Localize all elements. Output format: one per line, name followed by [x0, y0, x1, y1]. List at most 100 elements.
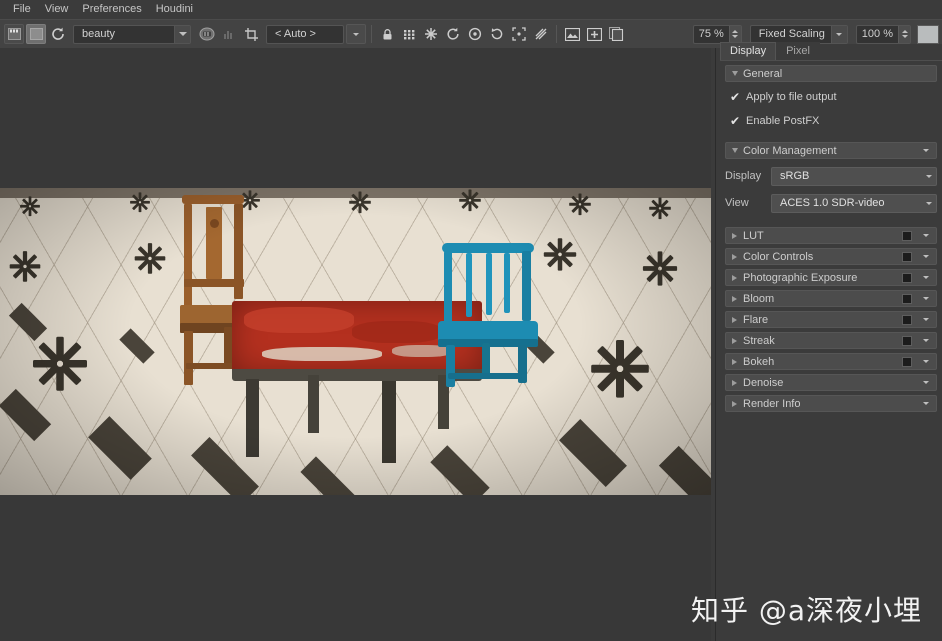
section-menu-icon[interactable]	[919, 250, 932, 263]
section-toggle[interactable]	[902, 230, 912, 241]
section-menu-icon[interactable]	[919, 355, 932, 368]
section-lut[interactable]: LUT	[725, 227, 937, 244]
chevron-right-icon[interactable]	[726, 400, 743, 407]
color-swatch[interactable]	[917, 24, 939, 44]
rendered-image	[0, 188, 711, 495]
menu-item-preferences[interactable]: Preferences	[75, 0, 148, 19]
zoom-stepper[interactable]: 75 %	[692, 24, 742, 44]
section-streak-label: Streak	[743, 334, 775, 347]
crop-icon[interactable]	[241, 24, 261, 44]
section-bokeh[interactable]: Bokeh	[725, 353, 937, 370]
scaling-value: Fixed Scaling	[758, 28, 825, 40]
menu-item-view[interactable]: View	[38, 0, 76, 19]
scaling-select[interactable]: Fixed Scaling	[749, 24, 848, 44]
section-lut-label: LUT	[743, 229, 764, 242]
section-menu-icon[interactable]	[919, 229, 932, 242]
section-bloom[interactable]: Bloom	[725, 290, 937, 307]
view-select[interactable]: ACES 1.0 SDR-video	[771, 193, 937, 213]
chevron-right-icon[interactable]	[726, 337, 743, 344]
target-icon[interactable]	[465, 24, 485, 44]
display-select[interactable]: sRGB	[771, 166, 937, 186]
menu-bar: File View Preferences Houdini	[0, 0, 942, 19]
scaling-percent-arrows[interactable]	[898, 25, 910, 43]
lock-icon[interactable]	[377, 24, 397, 44]
chevron-down-icon[interactable]	[726, 148, 743, 153]
chevron-down-icon[interactable]	[921, 201, 936, 205]
section-menu-icon[interactable]	[919, 334, 932, 347]
check-icon: ✔	[730, 114, 741, 128]
section-menu-icon[interactable]	[919, 376, 932, 389]
section-menu-icon[interactable]	[919, 397, 932, 410]
panel-tabs: Display Pixel	[720, 42, 942, 61]
section-toggle[interactable]	[902, 356, 912, 367]
section-menu-icon[interactable]	[919, 292, 932, 305]
region-select[interactable]: < Auto >	[266, 24, 344, 44]
save-icon[interactable]	[4, 24, 24, 44]
chevron-right-icon[interactable]	[726, 274, 743, 281]
field-display-label: Display	[725, 170, 762, 182]
tab-display[interactable]: Display	[720, 42, 777, 60]
scaling-percent-stepper[interactable]: 100 %	[855, 24, 911, 44]
zoom-stepper-arrows[interactable]	[728, 25, 741, 43]
section-denoise[interactable]: Denoise	[725, 374, 937, 391]
chevron-right-icon[interactable]	[726, 295, 743, 302]
tab-pixel[interactable]: Pixel	[776, 42, 820, 60]
aov-value: beauty	[82, 28, 116, 40]
checkbox-apply-to-file-output[interactable]: ✔ Apply to file output	[730, 88, 942, 106]
checkbox-enable-postfx[interactable]: ✔ Enable PostFX	[730, 112, 942, 130]
zoom-value: 75 %	[698, 28, 724, 40]
rotate-icon[interactable]	[487, 24, 507, 44]
chevron-right-icon[interactable]	[726, 232, 743, 239]
snowflake-icon[interactable]	[421, 24, 441, 44]
toolbar-separator	[371, 25, 372, 43]
reload-icon[interactable]	[48, 24, 68, 44]
grid-icon[interactable]	[399, 24, 419, 44]
field-display: Display sRGB	[725, 166, 937, 186]
diagonal-icon[interactable]	[531, 24, 551, 44]
section-color-controls[interactable]: Color Controls	[725, 248, 937, 265]
field-view-label: View	[725, 197, 749, 209]
section-photographic-exposure[interactable]: Photographic Exposure	[725, 269, 937, 286]
region-dropdown-button[interactable]	[346, 24, 366, 44]
section-denoise-label: Denoise	[743, 376, 784, 389]
chevron-down-icon[interactable]	[174, 25, 190, 43]
chevron-right-icon[interactable]	[726, 253, 743, 260]
copy-image-icon[interactable]	[606, 24, 626, 44]
panel-splitter[interactable]	[711, 48, 720, 641]
snapshot-icon[interactable]	[26, 24, 46, 44]
image-viewport[interactable]	[0, 48, 711, 641]
refresh-icon[interactable]	[443, 24, 463, 44]
section-flare[interactable]: Flare	[725, 311, 937, 328]
section-menu-icon[interactable]	[919, 144, 932, 157]
chevron-right-icon[interactable]	[726, 358, 743, 365]
expand-icon[interactable]	[509, 24, 529, 44]
section-toggle[interactable]	[902, 293, 912, 304]
section-menu-icon[interactable]	[919, 271, 932, 284]
section-streak[interactable]: Streak	[725, 332, 937, 349]
chevron-down-icon[interactable]	[726, 71, 743, 76]
section-menu-icon[interactable]	[919, 313, 932, 326]
chevron-right-icon[interactable]	[726, 379, 743, 386]
section-general[interactable]: General	[725, 65, 937, 82]
add-image-icon[interactable]	[584, 24, 604, 44]
aov-select[interactable]: beauty	[73, 24, 191, 44]
chevron-down-icon[interactable]	[921, 174, 936, 178]
section-flare-label: Flare	[743, 313, 769, 326]
section-color-management[interactable]: Color Management	[725, 142, 937, 159]
camera-icon[interactable]	[197, 24, 217, 44]
checkbox-label: Enable PostFX	[746, 115, 820, 127]
image-icon[interactable]	[562, 24, 582, 44]
histogram-icon[interactable]	[219, 24, 239, 44]
section-toggle[interactable]	[902, 335, 912, 346]
scaling-chevron-down-icon[interactable]	[830, 25, 847, 43]
section-toggle[interactable]	[902, 272, 912, 283]
section-toggle[interactable]	[902, 251, 912, 262]
render-vignette	[0, 188, 711, 495]
chevron-right-icon[interactable]	[726, 316, 743, 323]
view-value: ACES 1.0 SDR-video	[780, 197, 885, 209]
check-icon: ✔	[730, 90, 741, 104]
menu-item-houdini[interactable]: Houdini	[149, 0, 200, 19]
section-toggle[interactable]	[902, 314, 912, 325]
menu-item-file[interactable]: File	[6, 0, 38, 19]
section-render-info[interactable]: Render Info	[725, 395, 937, 412]
